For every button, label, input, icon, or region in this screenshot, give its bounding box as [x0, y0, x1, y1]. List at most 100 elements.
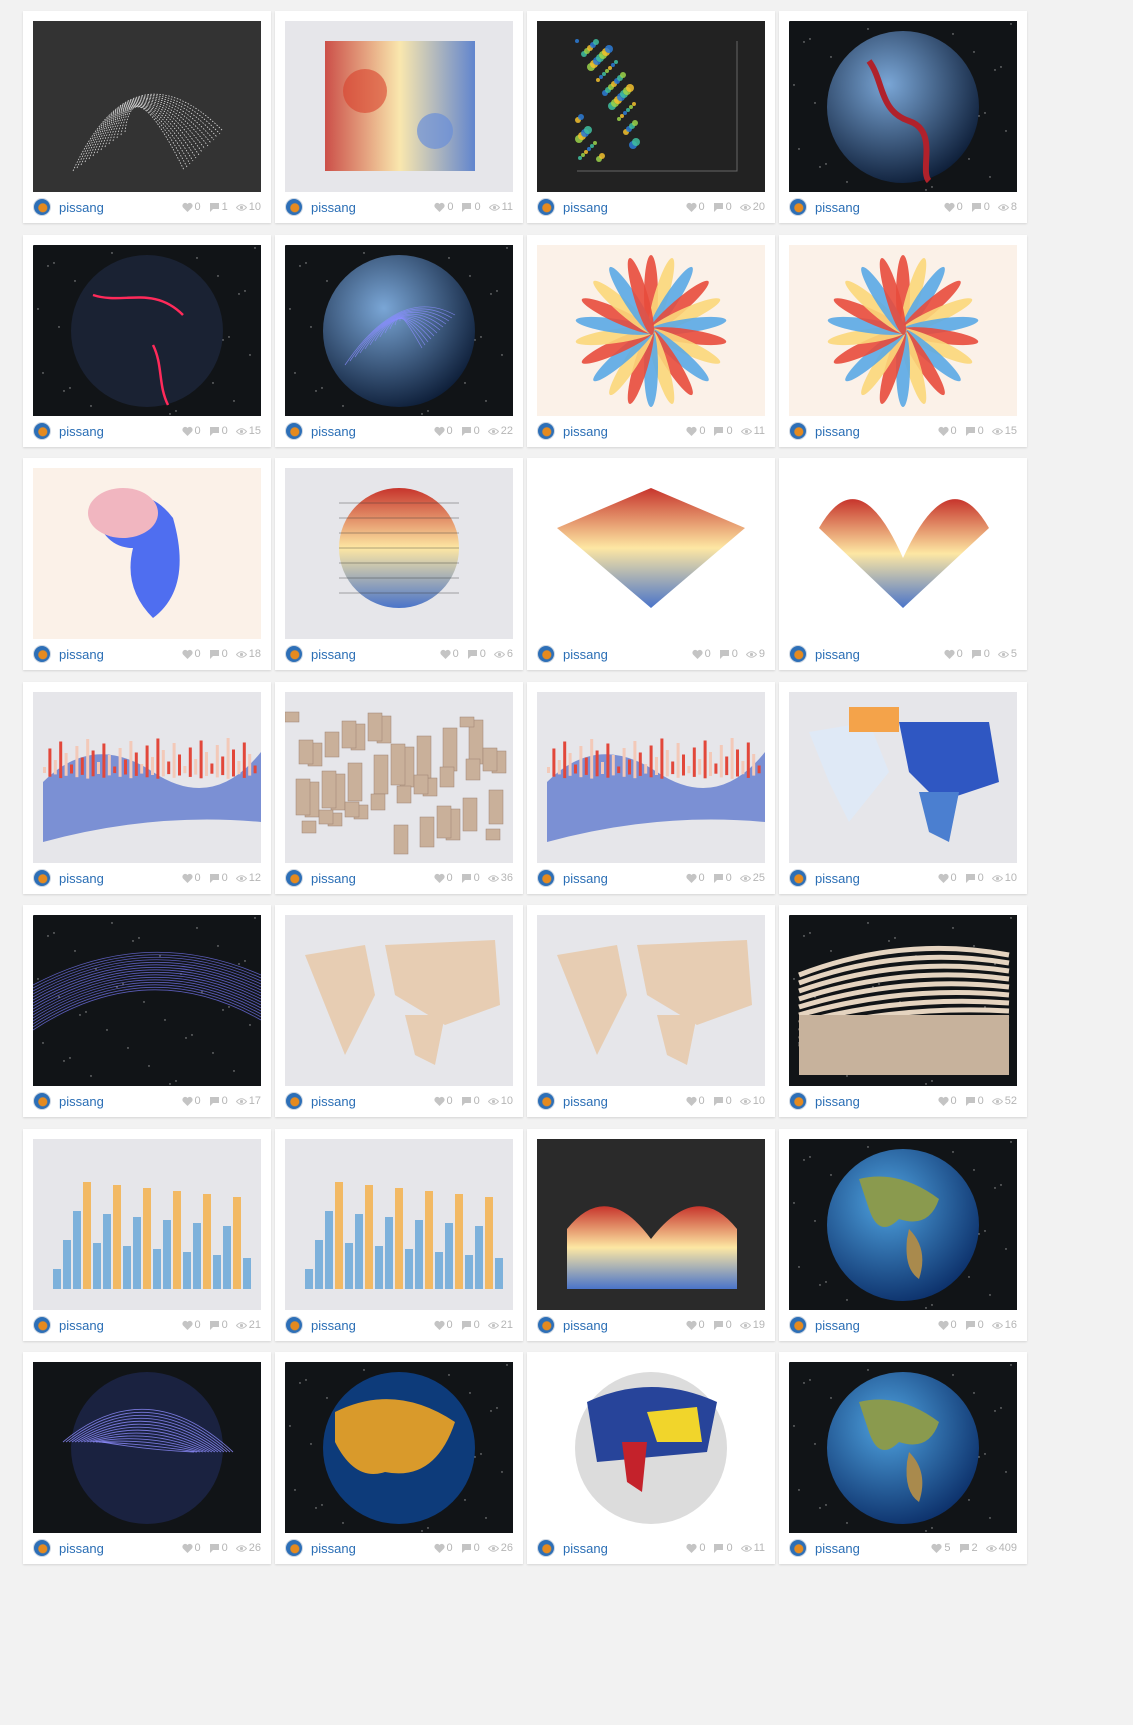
avatar[interactable] — [537, 1092, 555, 1110]
comments-stat[interactable]: 0 — [209, 872, 228, 884]
author-link[interactable]: pissang — [311, 424, 426, 439]
chart-card[interactable]: pissang 0 0 11 — [527, 1352, 775, 1564]
chart-thumbnail[interactable] — [285, 21, 513, 192]
comments-stat[interactable]: 0 — [209, 1095, 228, 1107]
author-link[interactable]: pissang — [563, 200, 678, 215]
comments-stat[interactable]: 0 — [965, 1095, 984, 1107]
comments-stat[interactable]: 0 — [971, 201, 990, 213]
likes-stat[interactable]: 0 — [944, 648, 963, 660]
chart-card[interactable]: pissang 0 0 8 — [779, 11, 1027, 223]
likes-stat[interactable]: 0 — [433, 1542, 453, 1554]
likes-stat[interactable]: 0 — [433, 1319, 453, 1331]
avatar[interactable] — [33, 1316, 51, 1334]
likes-stat[interactable]: 0 — [440, 648, 459, 660]
chart-thumbnail[interactable] — [33, 692, 261, 863]
comments-stat[interactable]: 0 — [461, 872, 480, 884]
likes-stat[interactable]: 0 — [937, 425, 957, 437]
author-link[interactable]: pissang — [59, 1541, 174, 1556]
likes-stat[interactable]: 0 — [181, 648, 201, 660]
chart-thumbnail[interactable] — [789, 1362, 1017, 1533]
author-link[interactable]: pissang — [563, 647, 684, 662]
chart-card[interactable]: pissang 0 0 6 — [275, 458, 523, 670]
comments-stat[interactable]: 0 — [461, 425, 480, 437]
chart-card[interactable]: pissang 0 0 10 — [779, 682, 1027, 894]
chart-thumbnail[interactable] — [537, 468, 765, 639]
comments-stat[interactable]: 0 — [965, 872, 984, 884]
likes-stat[interactable]: 0 — [181, 201, 201, 213]
comments-stat[interactable]: 0 — [713, 1095, 732, 1107]
likes-stat[interactable]: 0 — [937, 872, 957, 884]
comments-stat[interactable]: 0 — [965, 425, 984, 437]
author-link[interactable]: pissang — [563, 1094, 678, 1109]
chart-thumbnail[interactable] — [537, 21, 765, 192]
likes-stat[interactable]: 0 — [685, 1319, 705, 1331]
chart-card[interactable]: pissang 0 0 5 — [779, 458, 1027, 670]
author-link[interactable]: pissang — [563, 871, 678, 886]
avatar[interactable] — [789, 645, 807, 663]
likes-stat[interactable]: 0 — [937, 1095, 957, 1107]
avatar[interactable] — [537, 869, 555, 887]
comments-stat[interactable]: 0 — [719, 648, 738, 660]
likes-stat[interactable]: 0 — [685, 1095, 705, 1107]
avatar[interactable] — [33, 1092, 51, 1110]
comments-stat[interactable]: 0 — [965, 1319, 984, 1331]
comments-stat[interactable]: 0 — [461, 1319, 480, 1331]
chart-card[interactable]: pissang 0 0 26 — [275, 1352, 523, 1564]
author-link[interactable]: pissang — [563, 424, 678, 439]
author-link[interactable]: pissang — [59, 647, 174, 662]
comments-stat[interactable]: 0 — [713, 201, 732, 213]
author-link[interactable]: pissang — [59, 1318, 174, 1333]
comments-stat[interactable]: 0 — [713, 425, 733, 437]
chart-thumbnail[interactable] — [33, 468, 261, 639]
chart-card[interactable]: pissang 0 0 20 — [527, 11, 775, 223]
author-link[interactable]: pissang — [563, 1541, 678, 1556]
chart-thumbnail[interactable] — [537, 692, 765, 863]
avatar[interactable] — [537, 645, 555, 663]
chart-card[interactable]: pissang 0 0 11 — [275, 11, 523, 223]
chart-thumbnail[interactable] — [789, 692, 1017, 863]
comments-stat[interactable]: 2 — [959, 1542, 978, 1554]
chart-card[interactable]: pissang 0 0 18 — [23, 458, 271, 670]
author-link[interactable]: pissang — [59, 871, 174, 886]
author-link[interactable]: pissang — [311, 1318, 426, 1333]
avatar[interactable] — [789, 1092, 807, 1110]
author-link[interactable]: pissang — [815, 871, 930, 886]
chart-card[interactable]: pissang 0 0 16 — [779, 1129, 1027, 1341]
chart-thumbnail[interactable] — [789, 1139, 1017, 1310]
likes-stat[interactable]: 0 — [685, 201, 705, 213]
chart-card[interactable]: pissang 0 0 22 — [275, 235, 523, 447]
chart-thumbnail[interactable] — [789, 21, 1017, 192]
author-link[interactable]: pissang — [815, 424, 930, 439]
comments-stat[interactable]: 0 — [467, 648, 486, 660]
author-link[interactable]: pissang — [311, 1541, 426, 1556]
avatar[interactable] — [285, 1316, 303, 1334]
likes-stat[interactable]: 0 — [434, 201, 453, 213]
chart-card[interactable]: pissang 0 0 25 — [527, 682, 775, 894]
chart-card[interactable]: pissang 0 0 19 — [527, 1129, 775, 1341]
chart-card[interactable]: pissang 5 2 409 — [779, 1352, 1027, 1564]
chart-card[interactable]: pissang 0 0 52 — [779, 905, 1027, 1117]
chart-thumbnail[interactable] — [285, 1139, 513, 1310]
avatar[interactable] — [789, 198, 807, 216]
avatar[interactable] — [285, 869, 303, 887]
author-link[interactable]: pissang — [815, 1318, 930, 1333]
author-link[interactable]: pissang — [815, 1541, 923, 1556]
chart-thumbnail[interactable] — [285, 1362, 513, 1533]
avatar[interactable] — [285, 422, 303, 440]
chart-card[interactable]: pissang 0 1 10 — [23, 11, 271, 223]
likes-stat[interactable]: 0 — [692, 648, 711, 660]
chart-thumbnail[interactable] — [789, 245, 1017, 416]
likes-stat[interactable]: 0 — [433, 425, 453, 437]
comments-stat[interactable]: 0 — [209, 1319, 228, 1331]
chart-card[interactable]: pissang 0 0 10 — [527, 905, 775, 1117]
avatar[interactable] — [789, 869, 807, 887]
chart-thumbnail[interactable] — [537, 915, 765, 1086]
avatar[interactable] — [33, 198, 51, 216]
comments-stat[interactable]: 0 — [713, 1319, 732, 1331]
author-link[interactable]: pissang — [815, 647, 936, 662]
chart-thumbnail[interactable] — [33, 1139, 261, 1310]
likes-stat[interactable]: 0 — [686, 1542, 705, 1554]
chart-card[interactable]: pissang 0 0 36 — [275, 682, 523, 894]
likes-stat[interactable]: 0 — [181, 1319, 201, 1331]
comments-stat[interactable]: 0 — [971, 648, 990, 660]
